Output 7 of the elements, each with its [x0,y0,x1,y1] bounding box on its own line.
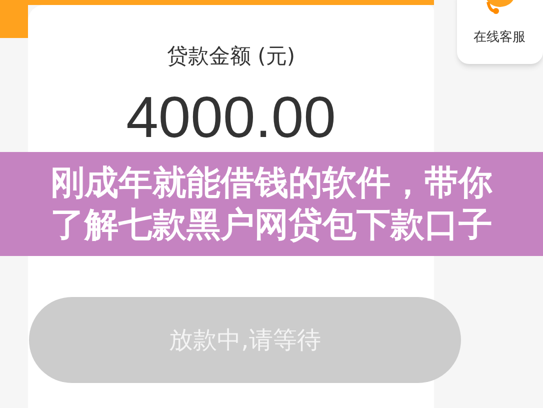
loan-amount: 4000.00 [126,84,336,150]
banner-title-line: 刚成年就能借钱的软件，带你 [50,162,492,204]
customer-service-panel[interactable]: 在线客服 [456,0,542,64]
loan-amount-label: 贷款金额 (元) [166,43,296,70]
header-background [0,0,28,38]
customer-service-label: 在线客服 [474,29,526,47]
banner-title-line: 了解七款黑户网贷包下款口子 [50,204,492,246]
